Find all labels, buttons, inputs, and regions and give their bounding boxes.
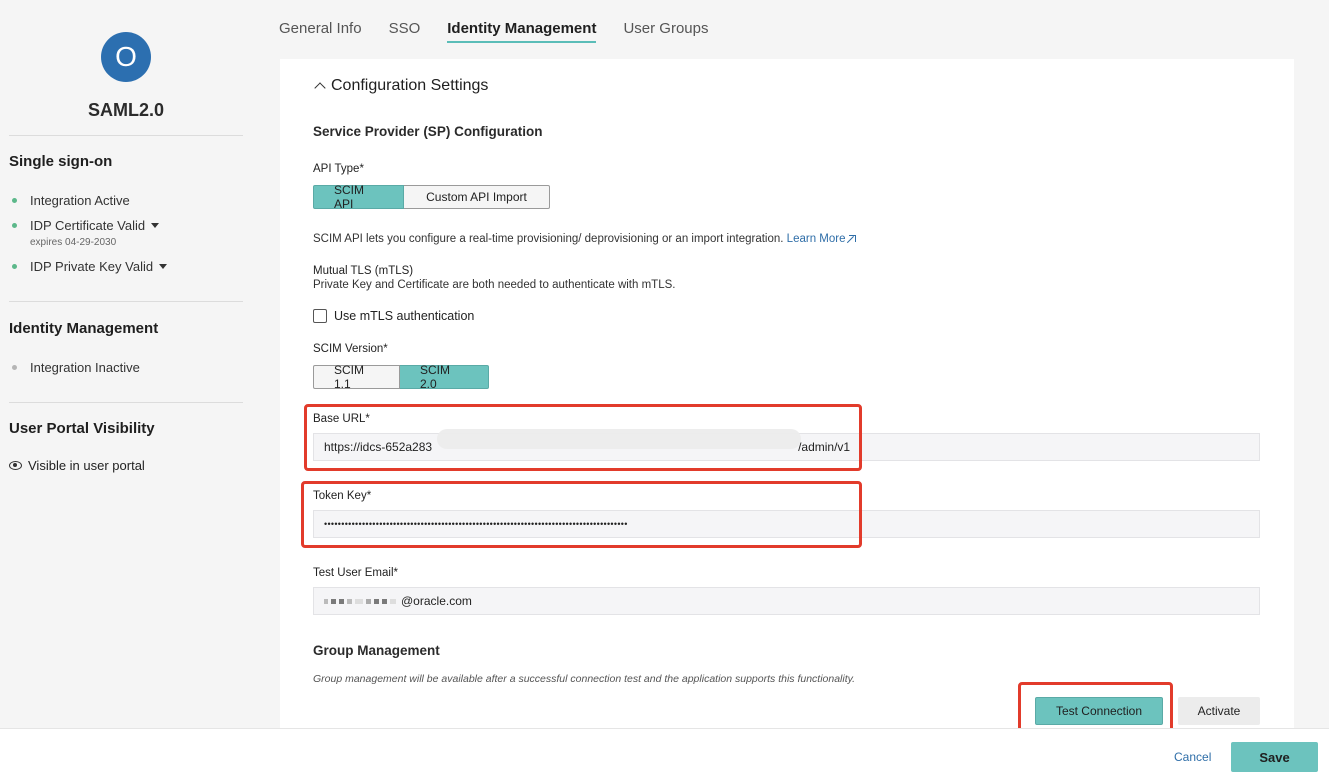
- divider: [9, 135, 243, 136]
- group-management-note: Group management will be available after…: [313, 673, 856, 685]
- caret-down-icon[interactable]: [151, 223, 160, 228]
- test-connection-button[interactable]: Test Connection: [1035, 697, 1163, 725]
- caret-down-icon[interactable]: [159, 264, 168, 269]
- custom-api-import-option[interactable]: Custom API Import: [404, 185, 550, 209]
- mtls-description: Private Key and Certificate are both nee…: [313, 279, 676, 291]
- certificate-expiry: expires 04-29-2030: [30, 237, 117, 248]
- activate-button[interactable]: Activate: [1178, 697, 1260, 725]
- tab-general-info[interactable]: General Info: [279, 20, 362, 43]
- status-dot: [12, 264, 17, 269]
- config-title: Configuration Settings: [331, 77, 489, 94]
- status-dot: [12, 198, 17, 203]
- scim-version-label: SCIM Version*: [313, 343, 388, 355]
- tab-identity-management[interactable]: Identity Management: [447, 20, 597, 43]
- status-label: IDP Private Key Valid: [30, 259, 154, 274]
- config-section-header[interactable]: Configuration Settings: [313, 77, 488, 95]
- idm-status-integration: Integration Inactive: [12, 360, 140, 375]
- scim-1-1-option[interactable]: SCIM 1.1: [313, 363, 400, 391]
- app-name: SAML2.0: [87, 100, 165, 120]
- scim-version-selector: SCIM 1.1 SCIM 2.0: [313, 363, 489, 391]
- save-button[interactable]: Save: [1231, 742, 1318, 772]
- portal-section-title: User Portal Visibility: [9, 420, 155, 437]
- sso-status-private-key[interactable]: IDP Private Key Valid: [12, 259, 168, 274]
- base-url-label: Base URL*: [313, 413, 370, 425]
- group-management-title: Group Management: [313, 643, 440, 658]
- status-dot: [12, 223, 17, 228]
- chevron-up-icon[interactable]: [314, 82, 326, 94]
- eye-icon: [9, 461, 22, 470]
- mtls-checkbox-row[interactable]: Use mTLS authentication: [313, 309, 474, 323]
- tab-bar: General Info SSO Identity Management Use…: [279, 20, 735, 43]
- external-link-icon[interactable]: [849, 235, 857, 242]
- status-label: Integration Active: [30, 193, 130, 208]
- sso-status-certificate[interactable]: IDP Certificate Valid: [12, 218, 160, 233]
- visibility-label: Visible in user portal: [28, 458, 145, 473]
- api-type-selector: SCIM API Custom API Import: [313, 183, 550, 211]
- redacted-email-user: [324, 598, 399, 604]
- test-email-domain: @oracle.com: [401, 594, 472, 608]
- base-url-value-end: /admin/v1: [798, 440, 851, 454]
- divider: [9, 402, 243, 403]
- test-email-input[interactable]: @oracle.com: [313, 587, 1260, 615]
- app-avatar: O: [101, 32, 151, 82]
- scim-2-0-option[interactable]: SCIM 2.0: [400, 363, 489, 391]
- cancel-button[interactable]: Cancel: [1174, 750, 1211, 764]
- api-description-text: SCIM API lets you configure a real-time …: [313, 233, 784, 245]
- status-label: IDP Certificate Valid: [30, 218, 146, 233]
- test-email-label: Test User Email*: [313, 567, 398, 579]
- tab-sso[interactable]: SSO: [389, 20, 421, 43]
- tab-user-groups[interactable]: User Groups: [623, 20, 708, 43]
- mtls-title: Mutual TLS (mTLS): [313, 265, 414, 277]
- config-panel: Configuration Settings Service Provider …: [280, 59, 1294, 728]
- footer-bar: Cancel Save: [0, 728, 1329, 780]
- sp-config-title: Service Provider (SP) Configuration: [313, 124, 543, 139]
- base-url-value-start: https://idcs-652a283: [324, 440, 433, 454]
- idm-section-title: Identity Management: [9, 320, 159, 337]
- token-key-value: ••••••••••••••••••••••••••••••••••••••••…: [324, 519, 628, 529]
- api-description: SCIM API lets you configure a real-time …: [313, 233, 857, 245]
- sso-status-integration: Integration Active: [12, 193, 130, 208]
- status-label: Integration Inactive: [30, 360, 140, 375]
- divider: [9, 301, 243, 302]
- sidebar: O SAML2.0 Single sign-on Integration Act…: [0, 0, 255, 728]
- status-dot: [12, 365, 17, 370]
- learn-more-link[interactable]: Learn More: [787, 233, 846, 245]
- token-key-label: Token Key*: [313, 490, 372, 502]
- token-key-input[interactable]: ••••••••••••••••••••••••••••••••••••••••…: [313, 510, 1260, 538]
- sso-section-title: Single sign-on: [9, 153, 113, 170]
- portal-visibility: Visible in user portal: [9, 458, 145, 473]
- mtls-checkbox[interactable]: [313, 309, 327, 323]
- redaction-blur: [437, 429, 801, 449]
- api-type-label: API Type*: [313, 163, 364, 175]
- scim-api-option[interactable]: SCIM API: [313, 183, 404, 211]
- mtls-checkbox-label[interactable]: Use mTLS authentication: [334, 309, 474, 323]
